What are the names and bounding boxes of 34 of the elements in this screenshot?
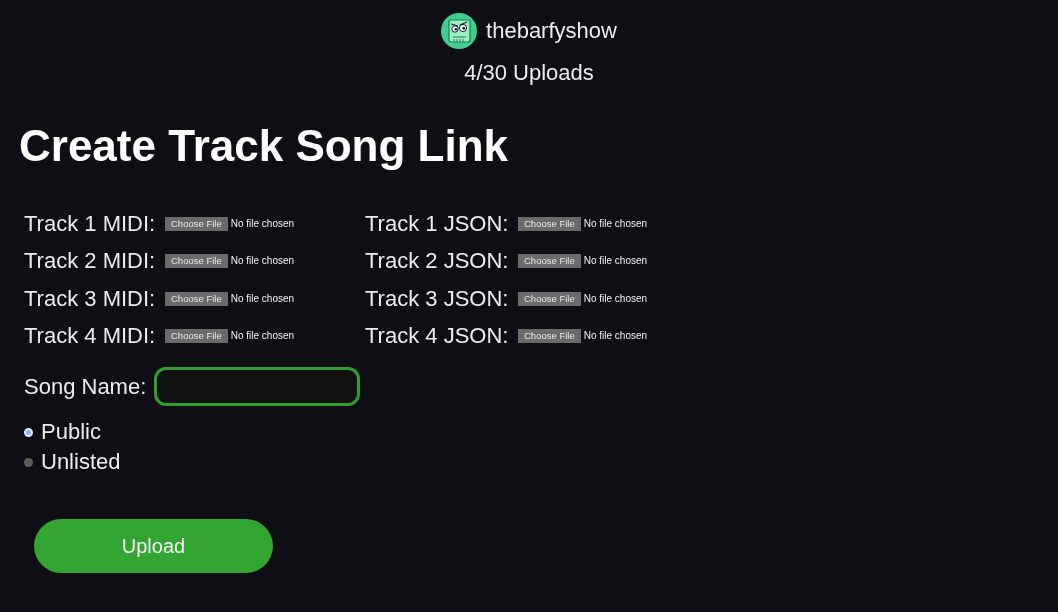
file-status: No file chosen [583, 291, 648, 306]
choose-file-button[interactable]: Choose File [518, 291, 581, 306]
radio-label: Unlisted [41, 448, 121, 476]
page-title: Create Track Song Link [19, 121, 509, 171]
song-name-field[interactable] [154, 367, 361, 406]
choose-file-button[interactable]: Choose File [165, 216, 228, 231]
file-status: No file chosen [230, 216, 295, 231]
field-label: Track 4 JSON: [365, 322, 510, 351]
field-label: Track 2 JSON: [365, 247, 510, 276]
field-label: Track 3 JSON: [365, 284, 510, 313]
choose-file-button[interactable]: Choose File [165, 254, 228, 269]
field-label: Track 1 MIDI: [24, 209, 157, 238]
radio-label: Public [41, 418, 101, 446]
choose-file-button[interactable]: Choose File [165, 291, 228, 306]
avatar-icon [441, 13, 478, 49]
file-status: No file chosen [230, 291, 295, 306]
field-label: Track 4 MIDI: [24, 322, 157, 351]
upload-button[interactable]: Upload [34, 519, 273, 573]
file-status: No file chosen [230, 329, 295, 344]
field-label: Track 3 MIDI: [24, 284, 157, 313]
choose-file-button[interactable]: Choose File [518, 254, 581, 269]
file-status: No file chosen [230, 254, 295, 269]
field-label: Track 2 MIDI: [24, 247, 157, 276]
radio-button[interactable] [24, 457, 33, 467]
file-status: No file chosen [583, 216, 648, 231]
field-label: Track 1 JSON: [365, 209, 510, 238]
username: thebarfyshow [486, 17, 617, 45]
field-label: Song Name: [24, 372, 147, 401]
upload-count: 4/30 Uploads [464, 59, 594, 87]
choose-file-button[interactable]: Choose File [165, 329, 228, 344]
choose-file-button[interactable]: Choose File [518, 329, 581, 344]
file-status: No file chosen [583, 254, 648, 269]
file-status: No file chosen [583, 329, 648, 344]
choose-file-button[interactable]: Choose File [518, 216, 581, 231]
